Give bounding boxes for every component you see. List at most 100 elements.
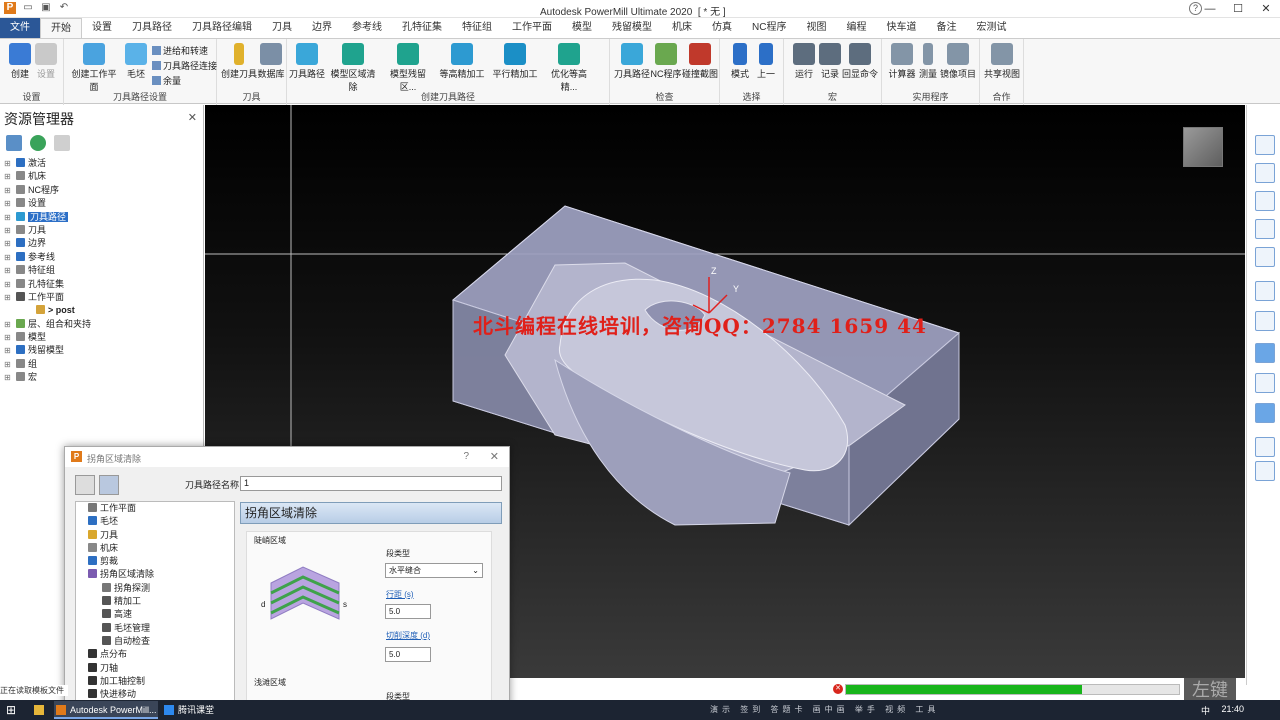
- ribbon-tab[interactable]: 文件: [0, 18, 40, 38]
- dialog-tree-item[interactable]: 刀轴: [76, 662, 234, 675]
- ribbon-tab[interactable]: 孔特征集: [392, 18, 452, 38]
- dialog-tree-item[interactable]: 刀具: [76, 529, 234, 542]
- segment-type-select[interactable]: 水平缝合 ⌄: [385, 563, 483, 578]
- clock[interactable]: 21:40: [1221, 704, 1244, 714]
- open-icon[interactable]: ▭: [22, 2, 34, 14]
- dialog-tree-item[interactable]: 自动检查: [76, 635, 234, 648]
- toolpath-name-input[interactable]: 1: [240, 476, 502, 491]
- expand-icon[interactable]: ⊞: [4, 197, 11, 210]
- explorer-item[interactable]: ⊞ 机床: [0, 170, 204, 183]
- expand-icon[interactable]: ⊞: [4, 184, 11, 197]
- strategy-form-icon[interactable]: [99, 475, 119, 495]
- ribbon-tab[interactable]: 宏测试: [966, 18, 1016, 38]
- ribbon-tab[interactable]: 刀具路径编辑: [182, 18, 262, 38]
- taskbar-item-tencent-class[interactable]: 腾讯课堂: [162, 701, 242, 719]
- ribbon-tab[interactable]: NC程序: [742, 18, 796, 38]
- constant-z-button[interactable]: 等高精加工: [437, 43, 487, 80]
- explorer-item[interactable]: ⊞ 特征组: [0, 264, 204, 277]
- help-icon[interactable]: ?: [463, 451, 469, 462]
- expand-icon[interactable]: ⊞: [4, 371, 11, 384]
- stop-icon[interactable]: ✕: [833, 684, 843, 694]
- dialog-tree-item[interactable]: 毛坯: [76, 515, 234, 528]
- expand-icon[interactable]: ⊞: [4, 211, 11, 224]
- close-icon[interactable]: ✕: [188, 111, 197, 124]
- ribbon-tab[interactable]: 备注: [926, 18, 966, 38]
- shaded-icon[interactable]: [1255, 343, 1275, 363]
- model-rest-button[interactable]: 模型残留区...: [383, 43, 433, 93]
- ribbon-tab[interactable]: 机床: [662, 18, 702, 38]
- globe-icon[interactable]: [30, 135, 46, 151]
- view-front-icon[interactable]: [1255, 163, 1275, 183]
- close-icon[interactable]: ✕: [490, 450, 499, 463]
- shared-views-button[interactable]: 共享视图: [982, 43, 1022, 80]
- dialog-tree-item[interactable]: 毛坯管理: [76, 622, 234, 635]
- explorer-item[interactable]: ⊞ 激活: [0, 157, 204, 170]
- explorer-item[interactable]: ⊞ 设置: [0, 197, 204, 210]
- ribbon-tab[interactable]: 开始: [40, 18, 82, 38]
- dialog-tree-item[interactable]: 工作平面: [76, 502, 234, 515]
- ribbon-tab[interactable]: 编程: [836, 18, 876, 38]
- explorer-item[interactable]: ⊞ 宏: [0, 371, 204, 384]
- expand-icon[interactable]: ⊞: [4, 278, 11, 291]
- dialog-tree-item[interactable]: 点分布: [76, 648, 234, 661]
- ribbon-tab[interactable]: 视图: [796, 18, 836, 38]
- explorer-item[interactable]: ⊞ 工作平面: [0, 291, 204, 304]
- explorer-item[interactable]: ⊞ 组: [0, 358, 204, 371]
- view-layout-icon[interactable]: [1255, 135, 1275, 155]
- database-button[interactable]: 数据库: [251, 43, 291, 80]
- translucent-icon[interactable]: [1255, 403, 1275, 423]
- explorer-item[interactable]: > post: [0, 304, 204, 317]
- setup-button[interactable]: 设置: [26, 43, 66, 80]
- thickness-button[interactable]: 余量: [152, 74, 181, 87]
- view-iso-icon[interactable]: [1255, 191, 1275, 211]
- ribbon-tab[interactable]: 模型: [562, 18, 602, 38]
- taskbar-item-powermill[interactable]: Autodesk PowerMill...: [54, 701, 158, 719]
- dialog-tree-item[interactable]: 加工轴控制: [76, 675, 234, 688]
- expand-icon[interactable]: ⊞: [4, 170, 11, 183]
- view-cube[interactable]: [1183, 127, 1223, 167]
- explorer-item[interactable]: ⊞ 孔特征集: [0, 278, 204, 291]
- ribbon-tab[interactable]: 刀具: [262, 18, 302, 38]
- feeds-speeds-button[interactable]: 进给和转速: [152, 44, 208, 57]
- expand-icon[interactable]: ⊞: [4, 318, 11, 331]
- stepover-input[interactable]: 5.0: [385, 604, 431, 619]
- dialog-tree-item[interactable]: 机床: [76, 542, 234, 555]
- select-cursor-icon[interactable]: [1255, 437, 1275, 457]
- stepdown-input[interactable]: 5.0: [385, 647, 431, 662]
- expand-icon[interactable]: ⊞: [4, 331, 11, 344]
- tree-view-icon[interactable]: [6, 135, 22, 151]
- stepdown-label[interactable]: 切削深度 (d): [386, 630, 430, 641]
- explorer-item[interactable]: ⊞ 模型: [0, 331, 204, 344]
- undo-icon[interactable]: ↶: [58, 2, 70, 14]
- windows-start-icon[interactable]: ⊞: [6, 703, 20, 717]
- input-language[interactable]: 中: [1201, 704, 1210, 717]
- select-previous-button[interactable]: 上一: [746, 43, 786, 80]
- delete-icon[interactable]: [54, 135, 70, 151]
- expand-icon[interactable]: ⊞: [4, 157, 11, 170]
- expand-icon[interactable]: ⊞: [4, 251, 11, 264]
- explorer-item[interactable]: ⊞ NC程序: [0, 184, 204, 197]
- expand-icon[interactable]: ⊞: [4, 344, 11, 357]
- wireframe-icon[interactable]: [1255, 373, 1275, 393]
- save-icon[interactable]: ▣: [40, 2, 52, 14]
- explorer-item[interactable]: ⊞ 刀具路径: [0, 211, 204, 224]
- dialog-tree-item[interactable]: 拐角探测: [76, 582, 234, 595]
- rotate-cursor-icon[interactable]: [1255, 461, 1275, 481]
- explorer-item[interactable]: ⊞ 参考线: [0, 251, 204, 264]
- stepover-label[interactable]: 行距 (s): [386, 589, 414, 600]
- dialog-tree-item[interactable]: 高速: [76, 608, 234, 621]
- optimised-constant-z-button[interactable]: 优化等高精...: [543, 43, 595, 93]
- file-explorer-icon[interactable]: [32, 701, 48, 719]
- mirror-button[interactable]: 镜像项目: [938, 43, 978, 80]
- zoom-box-icon[interactable]: [1255, 281, 1275, 301]
- expand-icon[interactable]: ⊞: [4, 224, 11, 237]
- maximize-icon[interactable]: ☐: [1224, 0, 1252, 18]
- explorer-item[interactable]: ⊞ 层、组合和夹持: [0, 318, 204, 331]
- expand-icon[interactable]: ⊞: [4, 358, 11, 371]
- explorer-item[interactable]: ⊞ 残留模型: [0, 344, 204, 357]
- dialog-tree-item[interactable]: 精加工: [76, 595, 234, 608]
- collision-button[interactable]: 碰撞截图: [680, 43, 720, 80]
- strategy-list-icon[interactable]: [75, 475, 95, 495]
- explorer-item[interactable]: ⊞ 刀具: [0, 224, 204, 237]
- toolpath-connections-button[interactable]: 刀具路径连接: [152, 59, 217, 72]
